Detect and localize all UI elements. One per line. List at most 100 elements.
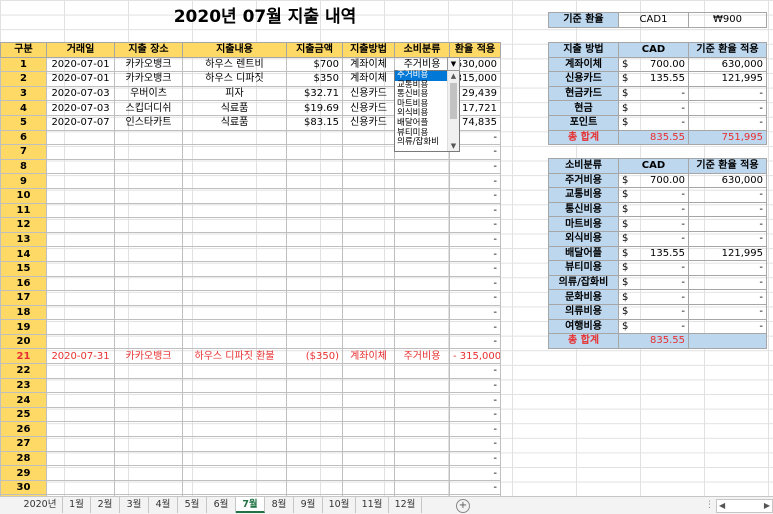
table-cell[interactable] bbox=[286, 333, 343, 350]
scroll-left-icon[interactable]: ◀ bbox=[719, 500, 725, 512]
scroll-thumb[interactable] bbox=[450, 83, 457, 119]
summary-cad-cell[interactable]: $ - bbox=[618, 274, 689, 291]
row-number-cell[interactable]: 17 bbox=[0, 290, 47, 306]
summary-cad-cell[interactable]: $135.55 bbox=[618, 245, 689, 262]
table-cell[interactable] bbox=[114, 319, 183, 335]
table-cell[interactable] bbox=[46, 290, 115, 306]
table-cell[interactable] bbox=[394, 231, 450, 248]
summary-cad-cell[interactable]: $ - bbox=[618, 114, 689, 131]
table-cell[interactable] bbox=[182, 436, 287, 452]
total-label[interactable]: 총 합계 bbox=[548, 129, 619, 146]
table-cell[interactable] bbox=[286, 392, 343, 408]
table-cell[interactable] bbox=[286, 377, 343, 394]
table-cell[interactable] bbox=[342, 173, 395, 189]
table-cell[interactable] bbox=[46, 406, 115, 423]
table-cell[interactable] bbox=[342, 333, 395, 350]
summary-label[interactable]: 의류/잡화비 bbox=[548, 274, 619, 291]
table-cell[interactable] bbox=[286, 319, 343, 335]
table-cell[interactable]: - bbox=[449, 158, 501, 175]
row-number-cell[interactable]: 19 bbox=[0, 319, 47, 335]
table-cell[interactable] bbox=[342, 421, 395, 438]
summary-label[interactable]: 주거비용 bbox=[548, 172, 619, 189]
table-cell[interactable] bbox=[182, 144, 287, 160]
table-cell[interactable] bbox=[114, 450, 183, 467]
table-cell[interactable] bbox=[394, 465, 450, 481]
table-cell[interactable] bbox=[342, 377, 395, 394]
table-cell[interactable] bbox=[394, 187, 450, 204]
table-cell[interactable] bbox=[286, 260, 343, 277]
summary-cad-cell[interactable]: $ - bbox=[618, 100, 689, 116]
row-number-cell[interactable]: 7 bbox=[0, 144, 47, 160]
summary-label[interactable]: 현금카드 bbox=[548, 85, 619, 102]
scroll-down-icon[interactable]: ▼ bbox=[448, 141, 459, 151]
table-cell[interactable] bbox=[46, 377, 115, 394]
table-cell[interactable] bbox=[286, 217, 343, 233]
sheet-tab[interactable]: 5월 bbox=[178, 497, 207, 513]
table-cell[interactable] bbox=[286, 304, 343, 321]
sheet-tab[interactable]: 2월 bbox=[91, 497, 120, 513]
summary-cad-cell[interactable]: $ - bbox=[618, 201, 689, 218]
table-cell[interactable] bbox=[286, 231, 343, 248]
krw-amount[interactable]: - bbox=[688, 216, 767, 232]
krw-amount[interactable]: - bbox=[688, 274, 767, 291]
krw-amount[interactable]: - bbox=[688, 85, 767, 102]
table-cell[interactable]: - bbox=[449, 202, 501, 219]
krw-amount[interactable]: - bbox=[688, 201, 767, 218]
table-cell[interactable] bbox=[114, 406, 183, 423]
table-cell[interactable]: 계좌이체 bbox=[342, 56, 395, 73]
summary-cad-cell[interactable]: $ - bbox=[618, 318, 689, 335]
table-cell[interactable] bbox=[394, 406, 450, 423]
table-cell[interactable]: - bbox=[449, 217, 501, 233]
sheet-tab[interactable]: 8월 bbox=[265, 497, 294, 513]
summary-cad-cell[interactable]: $700.00 bbox=[618, 172, 689, 189]
row-number-cell[interactable]: 5 bbox=[0, 114, 47, 131]
table-cell[interactable] bbox=[286, 436, 343, 452]
table-cell[interactable] bbox=[394, 319, 450, 335]
category-dropdown-list[interactable]: 주거비용 교통비용 통신비용 마트비용 외식비용 배달어플 뷰티미용 의류/잡화비 ▲ ▼ bbox=[394, 70, 460, 152]
table-cell[interactable] bbox=[114, 421, 183, 438]
table-cell[interactable] bbox=[394, 158, 450, 175]
summary-header[interactable]: CAD bbox=[618, 42, 689, 58]
table-cell[interactable]: 2020-07-07 bbox=[46, 114, 115, 131]
column-header[interactable]: 지출금액 bbox=[286, 42, 343, 58]
table-cell[interactable] bbox=[46, 217, 115, 233]
table-cell[interactable] bbox=[114, 436, 183, 452]
sheet-tab[interactable]: 11월 bbox=[356, 497, 389, 513]
sheet-tab[interactable]: 2020년 bbox=[18, 497, 63, 513]
table-cell[interactable] bbox=[46, 187, 115, 204]
table-cell[interactable]: - bbox=[449, 465, 501, 481]
krw-amount[interactable]: - bbox=[688, 114, 767, 131]
table-cell[interactable] bbox=[342, 158, 395, 175]
table-cell[interactable]: - bbox=[449, 173, 501, 189]
table-cell[interactable]: 신용카드 bbox=[342, 85, 395, 102]
table-cell[interactable]: 하우스 디파짓 환불 bbox=[182, 348, 287, 365]
scroll-right-icon[interactable]: ▶ bbox=[764, 500, 770, 512]
summary-header[interactable]: 지출 방법 bbox=[548, 42, 619, 58]
table-cell[interactable] bbox=[182, 392, 287, 408]
table-cell[interactable] bbox=[114, 465, 183, 481]
table-cell[interactable] bbox=[182, 260, 287, 277]
table-cell[interactable] bbox=[342, 231, 395, 248]
table-cell[interactable] bbox=[286, 144, 343, 160]
table-cell[interactable] bbox=[46, 465, 115, 481]
table-cell[interactable] bbox=[342, 465, 395, 481]
scroll-up-icon[interactable]: ▲ bbox=[448, 71, 459, 81]
table-cell[interactable] bbox=[114, 202, 183, 219]
table-cell[interactable] bbox=[286, 465, 343, 481]
table-cell[interactable] bbox=[342, 319, 395, 335]
table-cell[interactable] bbox=[286, 202, 343, 219]
table-cell[interactable]: $32.71 bbox=[286, 85, 343, 102]
row-number-cell[interactable]: 27 bbox=[0, 436, 47, 452]
row-number-cell[interactable]: 25 bbox=[0, 406, 47, 423]
table-cell[interactable]: ($350) bbox=[286, 348, 343, 365]
row-number-cell[interactable]: 8 bbox=[0, 158, 47, 175]
table-cell[interactable] bbox=[46, 479, 115, 496]
row-number-cell[interactable]: 28 bbox=[0, 450, 47, 467]
dropdown-arrow-button[interactable]: ▼ bbox=[447, 57, 460, 71]
table-cell[interactable] bbox=[114, 144, 183, 160]
table-cell[interactable] bbox=[342, 392, 395, 408]
summary-label[interactable]: 신용카드 bbox=[548, 71, 619, 87]
table-cell[interactable] bbox=[286, 406, 343, 423]
table-cell[interactable]: - bbox=[449, 304, 501, 321]
table-cell[interactable] bbox=[182, 421, 287, 438]
